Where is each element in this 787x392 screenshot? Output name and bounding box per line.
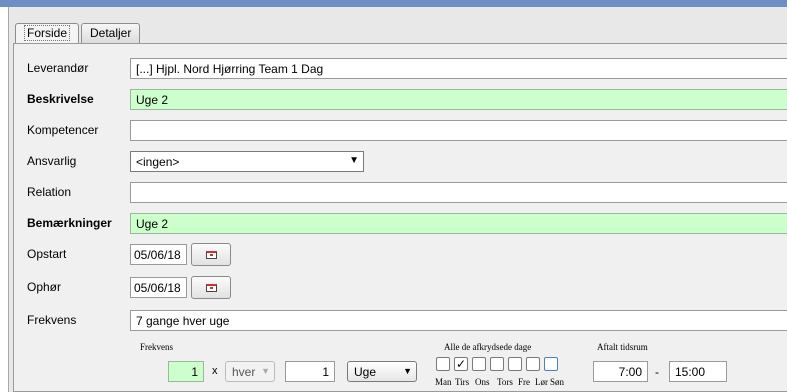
- leverandor-field[interactable]: [...] Hjpl. Nord Hjørring Team 1 Dag: [130, 58, 787, 79]
- dropdown-arrow-icon: ▼: [261, 366, 270, 376]
- row-ansvarlig: Ansvarlig <ingen> ▼: [14, 151, 787, 172]
- frekvens-label: Frekvens: [27, 313, 77, 327]
- tab-bar: Forside Detaljer: [9, 20, 787, 44]
- calendar-icon: [206, 251, 217, 259]
- window-top-strip: [0, 0, 787, 7]
- ophor-date-field[interactable]: 05/06/18: [130, 277, 187, 298]
- row-relation: Relation: [14, 182, 787, 203]
- dropdown-arrow-icon: ▼: [349, 155, 359, 166]
- ophor-label: Ophør: [27, 280, 62, 294]
- day-label-son: Søn: [550, 377, 565, 387]
- tab-forside[interactable]: Forside: [15, 23, 80, 43]
- bemaerkninger-label: Bemærkninger: [27, 216, 112, 230]
- day-checkbox-tirs[interactable]: ✓: [454, 357, 468, 371]
- day-label-tirs: Tirs: [455, 377, 470, 387]
- unit-select[interactable]: Uge ▼: [347, 361, 417, 382]
- time-from-field[interactable]: 7:00: [593, 361, 648, 382]
- day-label-lor: Lør: [535, 377, 548, 387]
- row-leverandor: Leverandør [...] Hjpl. Nord Hjørring Tea…: [14, 58, 787, 79]
- window-frame: Forside Detaljer Leverandør [...] Hjpl. …: [8, 7, 787, 392]
- every-select[interactable]: hver ▼: [225, 361, 275, 382]
- row-kompetencer: Kompetencer: [14, 120, 787, 141]
- day-checkbox-tors[interactable]: [490, 357, 504, 371]
- row-opstart: Opstart 05/06/18: [14, 243, 787, 266]
- ophor-calendar-button[interactable]: [191, 276, 231, 299]
- kompetencer-label: Kompetencer: [27, 123, 99, 137]
- day-checkbox-man[interactable]: [436, 357, 450, 371]
- tab-forside-label: Forside: [24, 25, 71, 41]
- day-checkbox-son[interactable]: [544, 357, 558, 371]
- day-label-man: Man: [435, 377, 452, 387]
- row-ophor: Ophør 05/06/18: [14, 276, 787, 299]
- row-frekvens: Frekvens 7 gange hver uge: [14, 310, 787, 331]
- day-checkbox-fre[interactable]: [508, 357, 522, 371]
- unit-value: Uge: [354, 365, 377, 379]
- leverandor-label: Leverandør: [27, 61, 89, 75]
- relation-field[interactable]: [130, 182, 787, 203]
- day-label-ons: Ons: [475, 377, 490, 387]
- interval-field[interactable]: 1: [285, 361, 335, 382]
- beskrivelse-label: Beskrivelse: [27, 92, 94, 106]
- time-dash: -: [655, 365, 659, 379]
- form-panel: Leverandør [...] Hjpl. Nord Hjørring Tea…: [13, 43, 787, 392]
- day-label-fre: Fre: [518, 377, 530, 387]
- frekvens-heading: Frekvens: [140, 342, 173, 352]
- opstart-calendar-button[interactable]: [191, 243, 231, 266]
- opstart-date-field[interactable]: 05/06/18: [130, 244, 187, 265]
- frekvens-field[interactable]: 7 gange hver uge: [130, 310, 787, 331]
- row-bemaerkninger: Bemærkninger Uge 2: [14, 213, 787, 234]
- frequency-count-field[interactable]: 1: [168, 361, 204, 382]
- opstart-label: Opstart: [27, 247, 67, 261]
- ansvarlig-select[interactable]: <ingen> ▼: [130, 151, 364, 172]
- tab-detaljer-label: Detaljer: [90, 26, 132, 40]
- dropdown-arrow-icon: ▼: [403, 366, 412, 376]
- days-heading: Alle de afkrydsede dage: [444, 342, 532, 352]
- day-checkbox-lor[interactable]: [526, 357, 540, 371]
- day-checkbox-ons[interactable]: [472, 357, 486, 371]
- day-label-tors: Tors: [497, 377, 513, 387]
- beskrivelse-field[interactable]: Uge 2: [130, 89, 787, 110]
- ansvarlig-label: Ansvarlig: [27, 154, 77, 168]
- time-heading: Aftalt tidsrum: [597, 342, 648, 352]
- calendar-icon: [206, 284, 217, 292]
- times-label: x: [212, 365, 218, 377]
- time-to-field[interactable]: 15:00: [669, 361, 727, 382]
- row-beskrivelse: Beskrivelse Uge 2: [14, 89, 787, 110]
- ansvarlig-value: <ingen>: [136, 155, 180, 169]
- relation-label: Relation: [27, 185, 72, 199]
- tab-detaljer[interactable]: Detaljer: [81, 23, 141, 43]
- bemaerkninger-field[interactable]: Uge 2: [130, 213, 787, 234]
- kompetencer-field[interactable]: [130, 120, 787, 141]
- every-value: hver: [232, 365, 256, 379]
